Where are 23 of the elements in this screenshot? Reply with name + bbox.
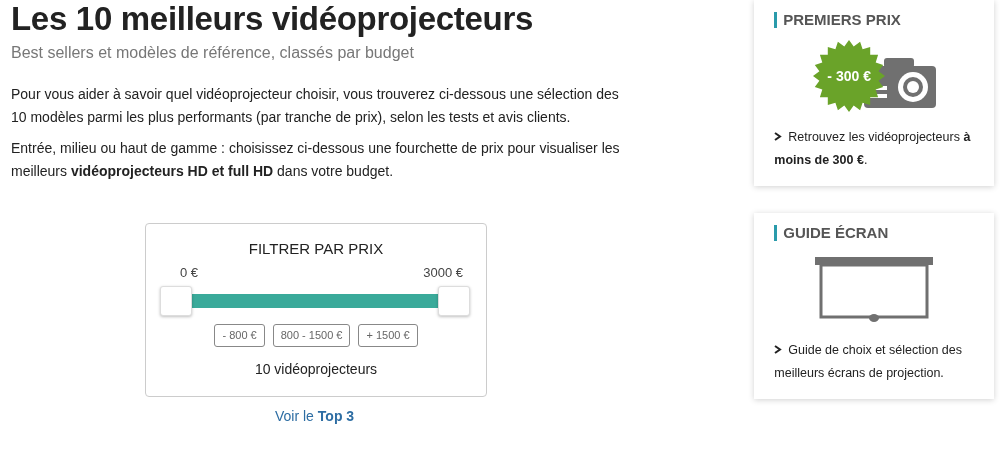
- top3-link[interactable]: Voir le Top 3: [275, 405, 355, 427]
- card-title: GUIDE ÉCRAN: [774, 224, 974, 241]
- max-price-label: 3000 €: [423, 263, 463, 282]
- price-range-button[interactable]: + 1500 €: [358, 324, 418, 347]
- slider-handle[interactable]: [160, 286, 192, 317]
- chevron-icon: [774, 344, 783, 354]
- discount-badge-text: - 300 €: [826, 66, 872, 86]
- min-price-label: 0 €: [180, 263, 199, 282]
- slider-handle[interactable]: [438, 286, 470, 317]
- card-title: PREMIERS PRIX: [774, 12, 974, 28]
- price-slider[interactable]: [160, 286, 472, 317]
- page-subtitle: Best sellers et modèles de référence, classés par budget: [11, 43, 415, 64]
- intro-paragraph: Pour vous aider à savoir quel vidéoprojecteur choisir, vous trouverez ci-dessous une sélection des 10 modèles parmi les plus performants (par tranche de prix), selon les tests et avis clients.: [11, 85, 620, 128]
- filter-title: FILTRER PAR PRIX: [247, 239, 385, 260]
- projection-screen-icon: [815, 256, 934, 323]
- card-link[interactable]: Retrouvez les vidéoprojecteurs à moins de 300 €.: [774, 125, 974, 172]
- price-range-button[interactable]: - 800 €: [214, 324, 265, 347]
- result-count: 10 vidéoprojecteurs: [253, 359, 379, 379]
- chevron-icon: [774, 131, 783, 141]
- intro-paragraph: Entrée, milieu ou haut de gamme : choisissez ci-dessous une fourchette de prix pour visualiser les meilleurs vidéoprojecteurs HD et full HD dans votre budget.: [11, 139, 621, 182]
- price-range-button[interactable]: 800 - 1500 €: [272, 324, 351, 347]
- card-link[interactable]: Guide de choix et sélection des meilleurs écrans de projection.: [774, 338, 974, 385]
- page-title: Les 10 meilleurs vidéoprojecteurs: [11, 1, 534, 38]
